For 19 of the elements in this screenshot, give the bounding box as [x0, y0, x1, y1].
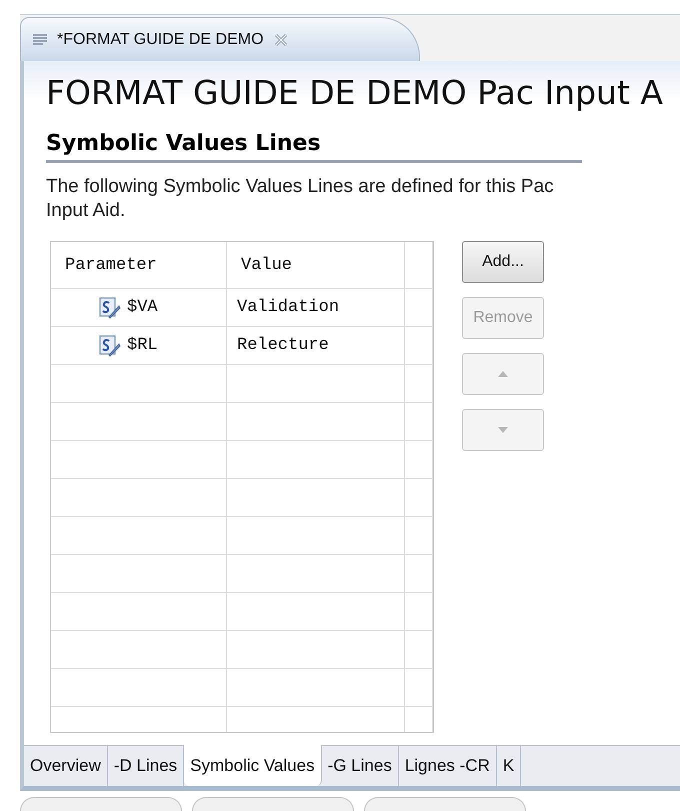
table-cell: $RL — [127, 336, 158, 355]
symbol-value-icon — [99, 296, 121, 318]
down-arrow-icon — [498, 427, 508, 433]
editor-tab[interactable]: *FORMAT GUIDE DE DEMO — [20, 17, 420, 61]
section-heading: Symbolic Values Lines — [46, 131, 582, 163]
editor-tab-title: *FORMAT GUIDE DE DEMO — [57, 30, 264, 48]
column-header[interactable]: Value — [241, 256, 292, 274]
page-title: FORMAT GUIDE DE DEMO Pac Input A — [45, 72, 664, 114]
page-tab[interactable]: Symbolic Values — [184, 745, 322, 786]
column-header[interactable]: Parameter — [65, 256, 157, 274]
section-description: The following Symbolic Values Lines are defined for this Pac Input Aid. — [46, 175, 555, 223]
table-cell: $VA — [127, 298, 158, 317]
lines-icon — [33, 34, 47, 46]
table-cell: Relecture — [237, 336, 329, 355]
table-cell: Validation — [237, 298, 340, 317]
add-button[interactable]: Add... — [462, 241, 544, 283]
symbol-value-icon — [99, 334, 121, 356]
up-arrow-icon — [498, 371, 508, 377]
close-icon[interactable] — [274, 32, 288, 46]
